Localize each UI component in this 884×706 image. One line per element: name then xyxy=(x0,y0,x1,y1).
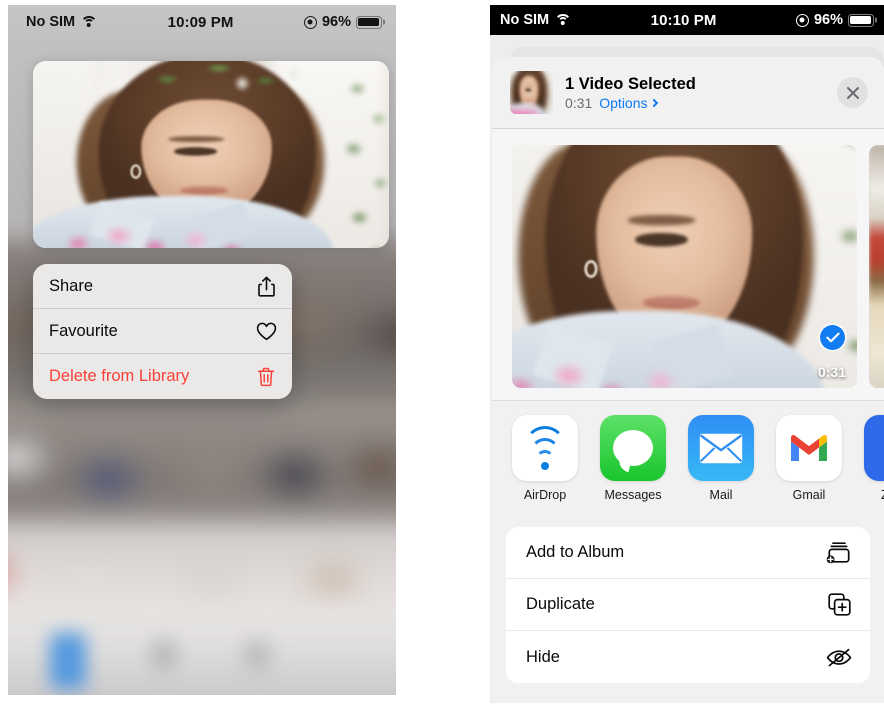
airdrop-icon xyxy=(512,415,578,481)
selection-title: 1 Video Selected xyxy=(565,74,696,93)
action-label: Duplicate xyxy=(526,595,595,613)
gmail-m-glyph xyxy=(791,435,827,461)
share-target-gmail[interactable]: Gmail xyxy=(776,415,842,502)
share-icon xyxy=(255,275,277,298)
battery-icon xyxy=(355,15,382,29)
share-sheet-header: 1 Video Selected 0:31 Options xyxy=(492,57,884,129)
selection-subtitle: 0:31 Options xyxy=(565,95,825,111)
duplicate-icon xyxy=(826,592,852,618)
wifi-icon xyxy=(554,13,572,27)
selected-checkmark-badge xyxy=(820,325,845,350)
clock-label: 10:09 PM xyxy=(167,13,234,31)
battery-icon xyxy=(847,13,874,27)
messages-icon xyxy=(600,415,666,481)
share-sheet-action-list: Add to Album Duplicate Hide xyxy=(506,527,870,683)
share-target-label: Gmail xyxy=(792,488,826,502)
options-button[interactable]: Options xyxy=(599,95,658,112)
carrier-label: No SIM xyxy=(26,14,76,30)
wifi-icon xyxy=(80,15,98,29)
share-target-zoom[interactable]: z Zoom xyxy=(864,415,884,502)
envelope-glyph xyxy=(699,433,743,463)
share-sheet-title-block: 1 Video Selected 0:31 Options xyxy=(565,74,825,112)
action-add-to-album[interactable]: Add to Album xyxy=(506,527,870,579)
right-status-bar: No SIM 10:10 PM 96% xyxy=(490,5,884,35)
video-duration-label: 0:31 xyxy=(565,95,593,112)
share-target-label: Mail xyxy=(709,488,733,502)
selected-media-preview-strip[interactable]: 0:31 xyxy=(492,129,884,401)
share-targets-row[interactable]: AirDrop Messages Mail Gmail xyxy=(492,401,884,517)
share-target-label: Messages xyxy=(604,488,662,502)
selected-video-thumbnail[interactable] xyxy=(510,71,553,114)
close-button[interactable] xyxy=(837,77,868,108)
trash-icon xyxy=(255,365,277,388)
screenshot-root: No SIM 10:09 PM 96% Share Favourite Dele… xyxy=(0,0,884,706)
duration-badge: 0:31 xyxy=(817,364,846,380)
share-sheet: 1 Video Selected 0:31 Options 0:31 AirDr… xyxy=(492,57,884,703)
checkmark-icon xyxy=(825,332,840,343)
action-hide[interactable]: Hide xyxy=(506,631,870,683)
share-target-label: Zoom xyxy=(864,488,884,502)
mail-icon xyxy=(688,415,754,481)
context-menu-item-share[interactable]: Share xyxy=(33,264,292,309)
gmail-icon xyxy=(776,415,842,481)
carrier-label: No SIM xyxy=(500,12,550,28)
hide-eye-icon xyxy=(826,644,852,670)
share-target-mail[interactable]: Mail xyxy=(688,415,754,502)
left-phone-screen: No SIM 10:09 PM 96% Share Favourite Dele… xyxy=(8,5,396,695)
video-preview-card[interactable]: 0:31 xyxy=(512,145,857,388)
location-services-icon xyxy=(303,15,317,29)
zoom-icon: z xyxy=(864,415,884,481)
context-menu-item-label: Delete from Library xyxy=(49,367,190,385)
options-label: Options xyxy=(599,95,648,112)
action-duplicate[interactable]: Duplicate xyxy=(506,579,870,631)
chevron-right-icon xyxy=(649,99,658,108)
battery-percent-label: 96% xyxy=(813,12,843,28)
location-services-icon xyxy=(795,13,809,27)
context-menu-item-label: Share xyxy=(49,276,94,295)
context-menu-item-favourite[interactable]: Favourite xyxy=(33,309,292,354)
clock-label: 10:10 PM xyxy=(650,11,717,29)
context-menu-item-delete-from-library[interactable]: Delete from Library xyxy=(33,354,292,399)
context-menu-item-label: Favourite xyxy=(49,321,118,340)
next-media-preview-card[interactable] xyxy=(869,145,884,388)
add-to-album-icon xyxy=(826,540,852,566)
close-icon xyxy=(846,86,859,99)
battery-percent-label: 96% xyxy=(321,14,351,30)
share-target-label: AirDrop xyxy=(523,488,567,502)
right-phone-screen: No SIM 10:10 PM 96% 1 Video Selected 0:3… xyxy=(490,5,884,703)
action-label: Hide xyxy=(526,647,560,666)
share-target-messages[interactable]: Messages xyxy=(600,415,666,502)
action-label: Add to Album xyxy=(526,543,625,561)
share-target-airdrop[interactable]: AirDrop xyxy=(512,415,578,502)
context-menu: Share Favourite Delete from Library xyxy=(33,264,292,399)
heart-icon xyxy=(255,320,277,343)
photo-preview[interactable] xyxy=(33,61,389,248)
left-status-bar: No SIM 10:09 PM 96% xyxy=(8,5,396,39)
